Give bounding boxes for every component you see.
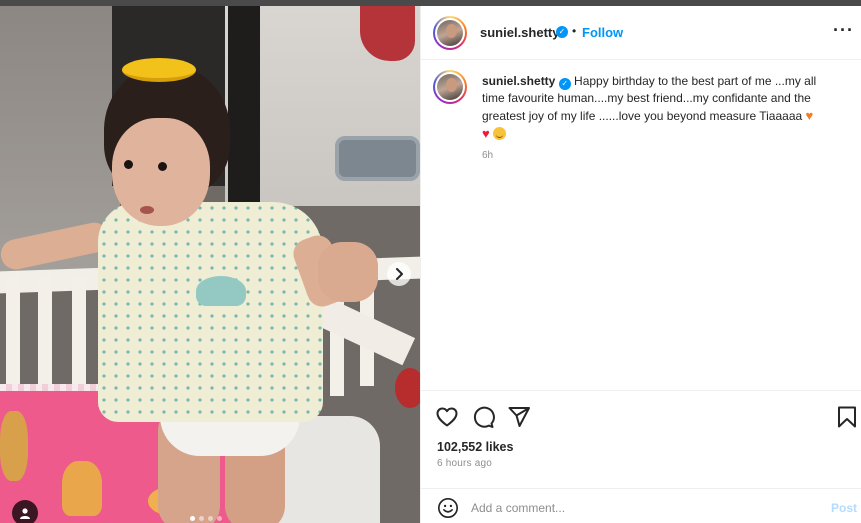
- post-time-ago[interactable]: 6 hours ago: [437, 458, 492, 469]
- photo-red-ball: [395, 368, 420, 408]
- like-count[interactable]: 102,552 likes: [437, 440, 513, 454]
- carousel-dot: [217, 516, 222, 521]
- tagged-user-button[interactable]: [12, 500, 38, 523]
- comment-input[interactable]: [471, 498, 811, 518]
- more-options-icon[interactable]: ···: [833, 20, 854, 41]
- avatar-image: [437, 20, 463, 46]
- photo-toy: [62, 461, 102, 516]
- photo-toy: [0, 411, 28, 481]
- carousel-dot: [199, 516, 204, 521]
- verified-badge-icon: ✓: [558, 78, 571, 90]
- post-side-panel: suniel.shetty ✓ • Follow ··· suniel.shet…: [420, 6, 861, 523]
- avatar[interactable]: [433, 16, 467, 50]
- post-comment-button[interactable]: Post: [831, 501, 857, 515]
- carousel-next-button[interactable]: [387, 262, 411, 286]
- photo-stroller: [335, 136, 420, 181]
- caption-avatar[interactable]: [433, 70, 467, 104]
- child-hand: [318, 242, 378, 302]
- photo-banana: [122, 58, 196, 82]
- photo-doorframe: [228, 6, 260, 206]
- comment-bar: Post: [421, 488, 861, 523]
- child-face: [112, 118, 210, 226]
- child-shirt-print: [196, 276, 246, 306]
- caption-username[interactable]: suniel.shetty: [482, 74, 555, 88]
- carousel-indicator: [190, 516, 222, 521]
- carousel-dot: [208, 516, 213, 521]
- caption-timestamp[interactable]: 6h: [482, 150, 493, 161]
- comment-icon[interactable]: [471, 405, 495, 429]
- post-header: suniel.shetty ✓ • Follow ···: [421, 6, 861, 60]
- caption-text-block: suniel.shetty ✓ Happy birthday to the be…: [482, 73, 842, 143]
- header-username[interactable]: suniel.shetty: [480, 25, 559, 40]
- carousel-dot: [190, 516, 195, 521]
- follow-button[interactable]: Follow: [582, 25, 623, 40]
- post-actions: [421, 390, 861, 440]
- red-heart-icon: ♥: [482, 126, 490, 141]
- child-eye: [124, 160, 133, 169]
- user-icon: [20, 508, 30, 519]
- share-icon[interactable]: [507, 405, 531, 429]
- like-icon[interactable]: [435, 405, 459, 429]
- chevron-right-icon: [396, 268, 403, 280]
- orange-heart-icon: ♥: [805, 108, 814, 123]
- emoji-picker-icon[interactable]: [437, 497, 459, 519]
- post-photo[interactable]: [0, 6, 420, 523]
- avatar-image: [437, 74, 463, 100]
- verified-badge-icon: ✓: [556, 26, 568, 38]
- child-body: [98, 202, 323, 422]
- header-separator: •: [572, 24, 577, 38]
- smiling-face-icon: [493, 127, 507, 140]
- bookmark-icon[interactable]: [835, 405, 859, 429]
- child-eye: [158, 162, 167, 171]
- child-mouth: [140, 206, 154, 214]
